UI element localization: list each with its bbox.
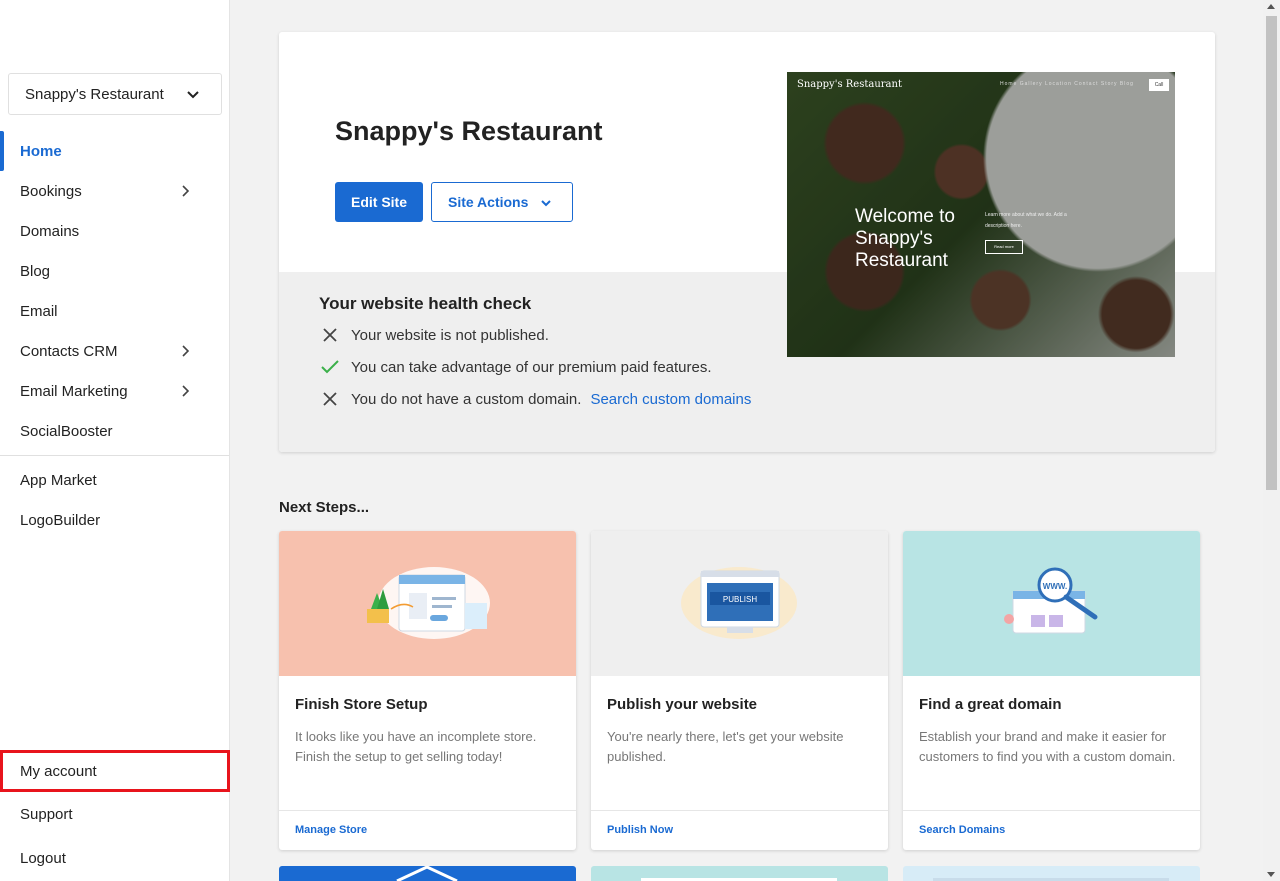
sidebar-item-label: LogoBuilder — [20, 511, 101, 529]
publish-badge: PUBLISH — [723, 595, 757, 604]
chevron-down-icon — [187, 91, 199, 99]
publish-illustration: PUBLISH — [591, 531, 888, 676]
preview-read-more: Read more — [985, 240, 1023, 254]
store-illustration — [279, 531, 576, 676]
card-title: Finish Store Setup — [295, 696, 428, 713]
preview-subtext: Learn more about what we do. Add a descr… — [985, 212, 1067, 229]
sidebar-divider — [0, 455, 229, 456]
site-selector-label: Snappy's Restaurant — [25, 85, 164, 103]
site-actions-label: Site Actions — [448, 194, 529, 210]
manage-store-link[interactable]: Manage Store — [295, 824, 367, 836]
edit-site-button[interactable]: Edit Site — [335, 182, 423, 222]
next-step-card-store: Finish Store Setup It looks like you hav… — [279, 531, 576, 850]
main-nav: Home Bookings Domains Blog Email Contact… — [0, 131, 229, 451]
sidebar-item-label: Blog — [20, 262, 51, 280]
next-step-card-publish: PUBLISH Publish your website You're near… — [591, 531, 888, 850]
sidebar-item-bookings[interactable]: Bookings — [0, 171, 229, 211]
x-icon — [319, 388, 341, 410]
sidebar-item-label: Home — [20, 142, 62, 160]
site-actions-dropdown[interactable]: Site Actions — [431, 182, 573, 222]
sidebar-item-email[interactable]: Email — [0, 291, 229, 331]
card-description: Establish your brand and make it easier … — [919, 729, 1176, 764]
www-badge: WWW. — [1043, 582, 1067, 591]
sidebar-item-app-market[interactable]: App Market — [0, 460, 229, 500]
sidebar-item-logobuilder[interactable]: LogoBuilder — [0, 500, 229, 540]
preview-brand: Snappy's Restaurant — [797, 79, 902, 90]
scroll-thumb[interactable] — [1266, 16, 1277, 490]
sidebar-item-home[interactable]: Home — [0, 131, 229, 171]
card-title: Find a great domain — [919, 696, 1062, 713]
next-step-card-partial — [591, 866, 888, 881]
next-step-card-partial — [279, 865, 576, 881]
x-icon — [319, 324, 341, 346]
sidebar-item-label: Contacts CRM — [20, 342, 118, 360]
next-step-card-domain: WWW. Find a great domain Establish your … — [903, 531, 1200, 850]
sidebar-item-domains[interactable]: Domains — [0, 211, 229, 251]
health-item: Your website is not published. — [319, 324, 549, 346]
sidebar-item-label: Support — [20, 805, 73, 823]
scrollbar[interactable] — [1263, 0, 1280, 881]
sidebar-item-label: My account — [20, 762, 97, 780]
next-steps-heading: Next Steps... — [279, 499, 370, 516]
chevron-right-icon — [182, 185, 190, 197]
sidebar-item-label: App Market — [20, 471, 97, 489]
sidebar-item-my-account[interactable]: My account — [0, 750, 230, 792]
sidebar-item-label: Email Marketing — [20, 382, 128, 400]
scroll-up-arrow-icon[interactable] — [1267, 4, 1275, 9]
site-overview-card: Snappy's Restaurant Edit Site Site Actio… — [279, 32, 1215, 452]
bottom-nav: My account Support Logout — [0, 750, 230, 880]
sidebar-item-label: Bookings — [20, 182, 82, 200]
domain-illustration: WWW. — [903, 531, 1200, 676]
checkmark-icon — [319, 356, 341, 378]
sidebar-item-label: Logout — [20, 849, 66, 867]
preview-welcome-text: Welcome to Snappy's Restaurant — [855, 206, 955, 271]
card-description: You're nearly there, let's get your webs… — [607, 729, 844, 764]
secondary-nav: App Market LogoBuilder — [0, 460, 229, 540]
sidebar: Snappy's Restaurant Home Bookings Domain… — [0, 0, 230, 881]
health-item-text: You do not have a custom domain. — [351, 390, 582, 408]
sidebar-item-email-marketing[interactable]: Email Marketing — [0, 371, 229, 411]
search-custom-domains-link[interactable]: Search custom domains — [590, 391, 751, 408]
search-domains-link[interactable]: Search Domains — [919, 824, 1005, 836]
preview-call-button: Call — [1149, 79, 1169, 91]
sidebar-item-support[interactable]: Support — [0, 792, 229, 836]
site-selector[interactable]: Snappy's Restaurant — [8, 73, 222, 115]
chevron-right-icon — [182, 345, 190, 357]
health-item-text: You can take advantage of our premium pa… — [351, 358, 712, 376]
scroll-down-arrow-icon[interactable] — [1267, 872, 1275, 877]
page-title: Snappy's Restaurant — [335, 116, 603, 146]
health-item: You can take advantage of our premium pa… — [319, 356, 712, 378]
sidebar-item-blog[interactable]: Blog — [0, 251, 229, 291]
sidebar-item-logout[interactable]: Logout — [0, 836, 229, 880]
chevron-right-icon — [182, 385, 190, 397]
card-title: Publish your website — [607, 696, 758, 713]
health-item: You do not have a custom domain. Search … — [319, 388, 751, 410]
sidebar-item-label: Domains — [20, 222, 80, 240]
health-check-title: Your website health check — [319, 294, 532, 313]
site-preview-thumbnail[interactable]: Snappy's Restaurant Home Gallery Locatio… — [787, 72, 1175, 357]
card-description: It looks like you have an incomplete sto… — [295, 729, 537, 764]
health-item-text: Your website is not published. — [351, 326, 549, 344]
preview-nav: Home Gallery Location Contact Story Blog — [1000, 81, 1134, 87]
chevron-down-icon — [541, 200, 551, 207]
next-step-card-partial — [903, 866, 1200, 881]
sidebar-item-contacts-crm[interactable]: Contacts CRM — [0, 331, 229, 371]
sidebar-item-label: SocialBooster — [20, 422, 113, 440]
publish-now-link[interactable]: Publish Now — [607, 824, 673, 836]
sidebar-item-socialbooster[interactable]: SocialBooster — [0, 411, 229, 451]
sidebar-item-label: Email — [20, 302, 58, 320]
